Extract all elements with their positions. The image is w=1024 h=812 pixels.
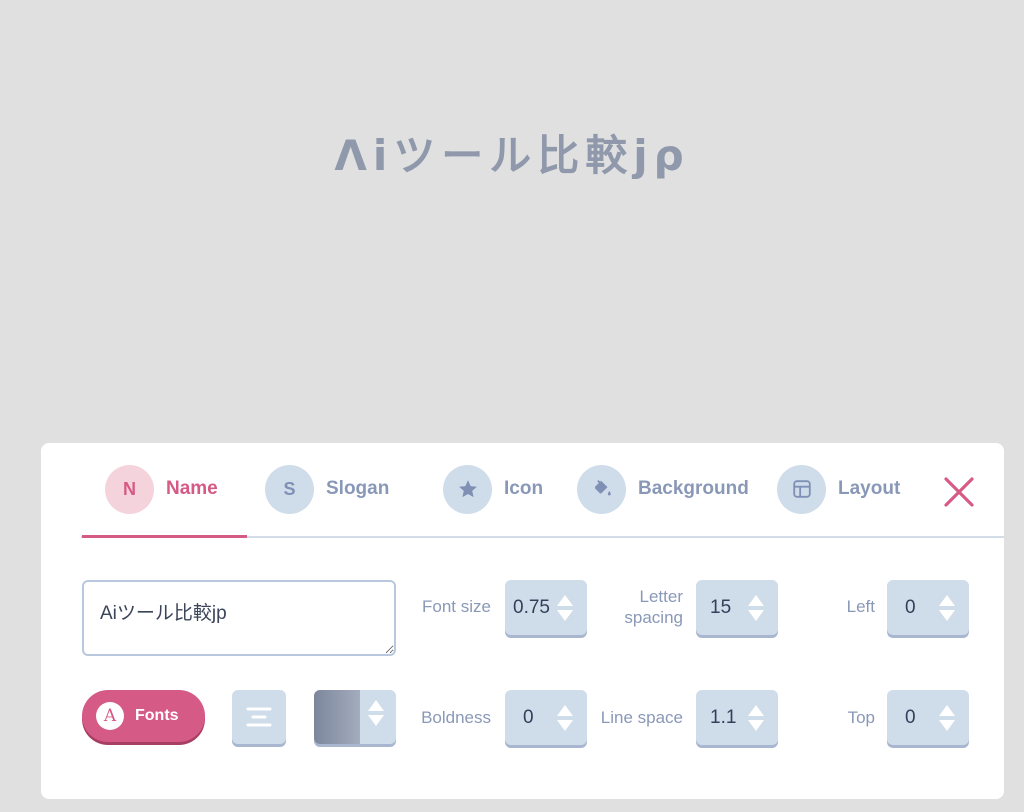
tab-name-icon: N xyxy=(105,464,154,514)
tab-bar: N Name S Slogan Icon Background Layout xyxy=(41,443,1004,538)
left-stepper[interactable]: 0 xyxy=(887,580,969,635)
increment-icon[interactable] xyxy=(557,704,573,716)
tab-background-label: Background xyxy=(638,478,749,499)
top-value: 0 xyxy=(905,706,916,728)
boldness-label: Boldness xyxy=(421,708,491,727)
line-space-label: Line space xyxy=(600,708,683,727)
letter-spacing-label: Letter spacing xyxy=(624,587,683,627)
color-swatch[interactable] xyxy=(314,690,360,744)
close-icon[interactable] xyxy=(941,474,977,510)
tab-name[interactable]: N Name xyxy=(105,464,218,514)
increment-icon[interactable] xyxy=(748,594,764,606)
decrement-icon[interactable] xyxy=(748,609,764,621)
tab-slogan[interactable]: S Slogan xyxy=(265,464,389,514)
left-value: 0 xyxy=(905,596,916,618)
tab-icon[interactable]: Icon xyxy=(443,464,543,514)
decrement-icon[interactable] xyxy=(748,719,764,731)
decrement-icon[interactable] xyxy=(557,609,573,621)
decrement-icon[interactable] xyxy=(557,719,573,731)
increment-icon[interactable] xyxy=(748,704,764,716)
decrement-icon[interactable] xyxy=(939,719,955,731)
font-size-stepper[interactable]: 0.75 xyxy=(505,580,587,635)
top-stepper[interactable]: 0 xyxy=(887,690,969,745)
tab-active-indicator xyxy=(82,535,247,538)
boldness-stepper[interactable]: 0 xyxy=(505,690,587,745)
tab-slogan-icon: S xyxy=(265,464,314,514)
align-center-icon xyxy=(246,707,272,727)
decrement-icon[interactable] xyxy=(368,715,384,726)
font-size-label: Font size xyxy=(422,597,491,616)
decrement-icon[interactable] xyxy=(939,609,955,621)
left-label: Left xyxy=(846,597,875,616)
font-size-value: 0.75 xyxy=(513,596,550,618)
increment-icon[interactable] xyxy=(939,594,955,606)
tab-slogan-label: Slogan xyxy=(326,478,390,499)
increment-icon[interactable] xyxy=(939,704,955,716)
font-icon: A xyxy=(96,702,124,730)
letter-spacing-value: 15 xyxy=(710,596,732,618)
logo-preview-text: Λiツール比較jρ xyxy=(334,131,690,180)
increment-icon[interactable] xyxy=(368,700,384,711)
boldness-value: 0 xyxy=(523,706,534,728)
tab-layout[interactable]: Layout xyxy=(777,464,900,514)
layout-icon xyxy=(777,464,826,514)
logo-preview-area: Λiツール比較jρ xyxy=(0,0,1024,443)
star-icon xyxy=(443,464,492,514)
tab-background[interactable]: Background xyxy=(577,464,749,514)
tab-icon-label: Icon xyxy=(504,478,544,499)
name-input[interactable]: Aiツール比較jp xyxy=(82,580,396,656)
fonts-button-label: Fonts xyxy=(135,707,179,724)
top-label: Top xyxy=(847,708,875,727)
tab-name-label: Name xyxy=(166,478,218,499)
letter-spacing-stepper[interactable]: 15 xyxy=(696,580,778,635)
paint-bucket-icon xyxy=(577,464,626,514)
line-space-value: 1.1 xyxy=(710,706,737,728)
align-center-button[interactable] xyxy=(232,690,286,744)
tab-layout-label: Layout xyxy=(838,478,901,499)
fonts-button[interactable]: A Fonts xyxy=(82,690,205,742)
editor-panel: N Name S Slogan Icon Background Layout A… xyxy=(41,443,1004,799)
increment-icon[interactable] xyxy=(557,594,573,606)
color-picker[interactable] xyxy=(314,690,396,744)
line-space-stepper[interactable]: 1.1 xyxy=(696,690,778,745)
